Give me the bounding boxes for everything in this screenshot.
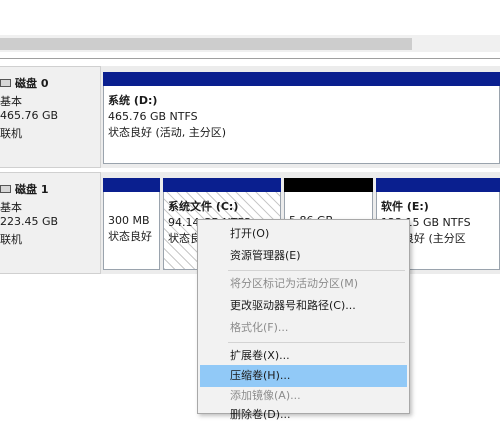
- disk-0-label[interactable]: 磁盘 0 基本 465.76 GB 联机: [0, 66, 101, 168]
- context-menu: 打开(O) 资源管理器(E) 将分区标记为活动分区(M) 更改驱动器号和路径(C…: [197, 219, 410, 421]
- partition-bar: [103, 178, 160, 192]
- partition-bar: [284, 178, 373, 192]
- disk-name: 磁盘 1: [15, 183, 49, 196]
- menu-item-open[interactable]: 打开(O): [200, 223, 407, 245]
- partition-size: 465.76 GB NTFS: [108, 110, 198, 123]
- partition-status: 状态良好: [108, 230, 152, 243]
- disk-1-label[interactable]: 磁盘 1 基本 223.45 GB 联机: [0, 172, 101, 274]
- menu-separator: [228, 342, 405, 343]
- disk-size: 223.45 GB: [0, 215, 59, 228]
- menu-item-change-drive-letter[interactable]: 更改驱动器号和路径(C)...: [200, 295, 407, 317]
- partition-bar: [103, 72, 500, 86]
- disk-icon: [0, 185, 11, 193]
- disk-icon: [0, 79, 11, 87]
- disk-status: 联机: [0, 127, 22, 140]
- partition-name: 系统 (D:): [108, 94, 158, 107]
- partition-status: 状态良好 (活动, 主分区): [108, 126, 227, 139]
- partition-name: 系统文件 (C:): [168, 200, 239, 213]
- menu-item-format[interactable]: 格式化(F)...: [200, 317, 407, 339]
- scrollbar-thumb[interactable]: [0, 38, 412, 50]
- disk-type: 基本: [0, 95, 22, 108]
- menu-item-delete-volume[interactable]: 删除卷(D)...: [200, 404, 407, 426]
- menu-item-mark-active[interactable]: 将分区标记为活动分区(M): [200, 273, 407, 295]
- disk-type: 基本: [0, 201, 22, 214]
- disk-status: 联机: [0, 233, 22, 246]
- partition-d[interactable]: 系统 (D:) 465.76 GB NTFS 状态良好 (活动, 主分区): [103, 72, 500, 164]
- disk-size: 465.76 GB: [0, 109, 59, 122]
- partition-bar: [163, 178, 281, 192]
- menu-item-extend-volume[interactable]: 扩展卷(X)...: [200, 345, 407, 367]
- pane-divider[interactable]: [0, 58, 500, 59]
- partition-size: 300 MB: [108, 214, 150, 227]
- menu-item-explorer[interactable]: 资源管理器(E): [200, 245, 407, 267]
- partition-name: 软件 (E:): [381, 200, 429, 213]
- menu-separator: [228, 270, 405, 271]
- menu-item-shrink-volume[interactable]: 压缩卷(H)...: [200, 365, 407, 387]
- disk-name: 磁盘 0: [15, 77, 49, 90]
- partition-system-reserved[interactable]: 300 MB 状态良好: [103, 178, 160, 270]
- partition-bar: [376, 178, 500, 192]
